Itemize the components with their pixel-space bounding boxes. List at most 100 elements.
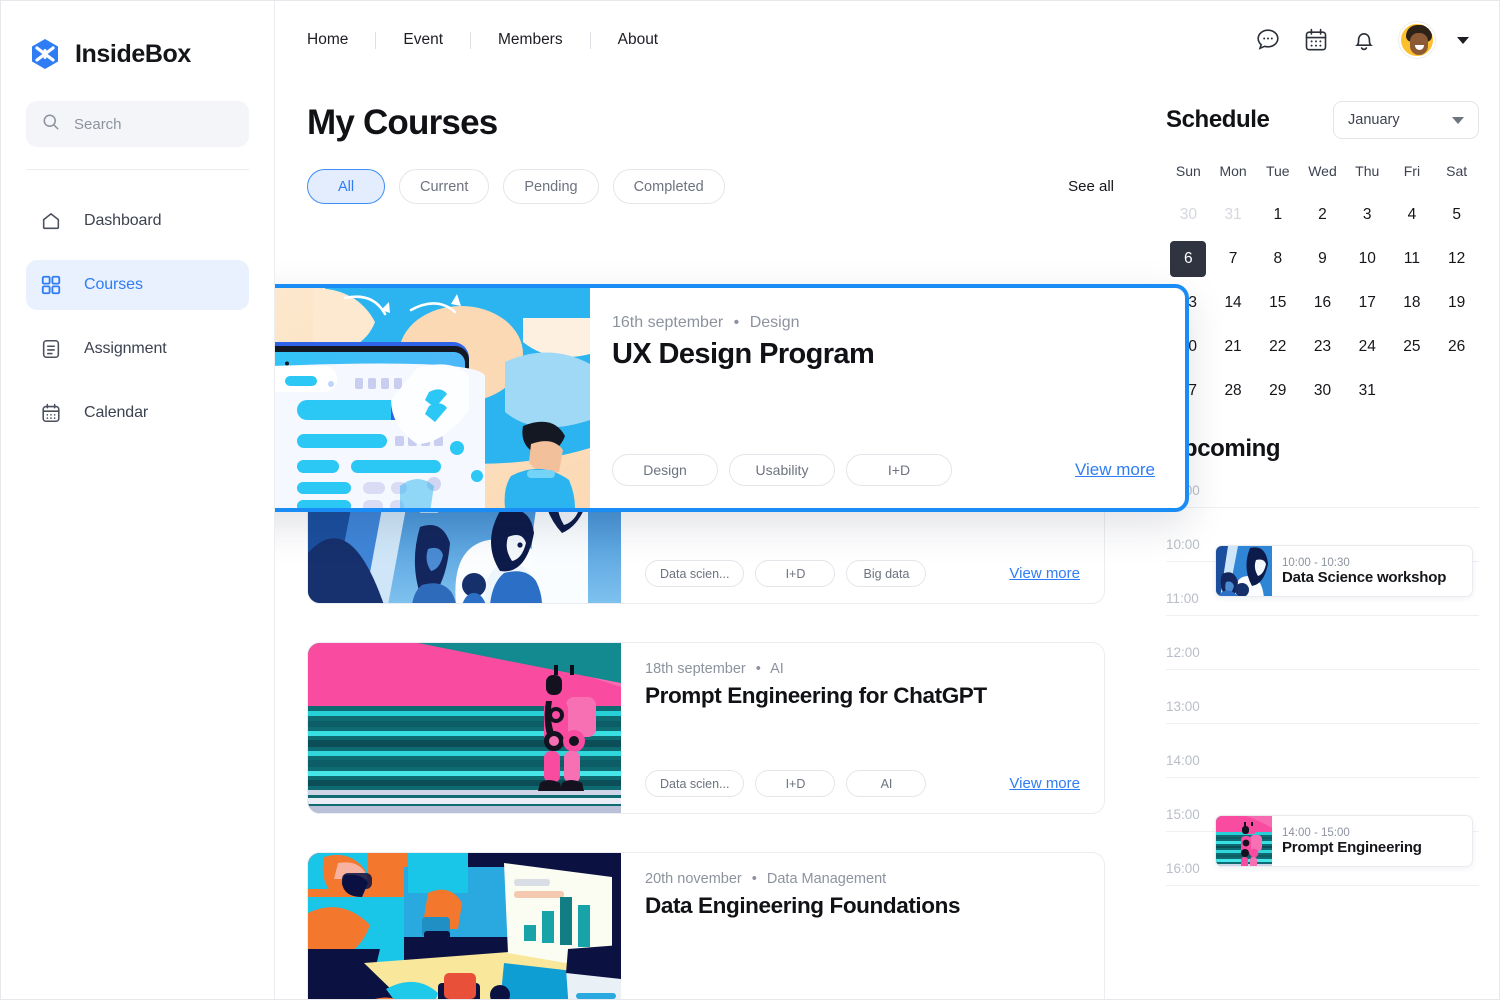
calendar-day[interactable]: 2: [1300, 193, 1345, 237]
course-card[interactable]: 20th november • Data Management Data Eng…: [307, 852, 1105, 999]
course-meta: 18th september • AI: [645, 661, 1080, 677]
calendar-dow-row: Sun Mon Tue Wed Thu Fri Sat: [1166, 157, 1479, 193]
calendar-day[interactable]: 7: [1211, 237, 1256, 281]
featured-tag[interactable]: I+D: [846, 454, 952, 486]
hexagon-logo-icon: [28, 37, 62, 71]
calendar-day[interactable]: 23: [1300, 325, 1345, 369]
calendar-day[interactable]: 15: [1255, 281, 1300, 325]
calendar-day[interactable]: 30: [1300, 369, 1345, 413]
event-text: 10:00 - 10:30 Data Science workshop: [1272, 546, 1458, 596]
course-tag[interactable]: I+D: [755, 770, 836, 797]
calendar-day[interactable]: 22: [1255, 325, 1300, 369]
calendar-day[interactable]: 14: [1211, 281, 1256, 325]
sidebar-item-dashboard[interactable]: Dashboard: [26, 196, 249, 246]
calendar-day: [1390, 369, 1435, 413]
event-name: Prompt Engineering: [1282, 838, 1422, 856]
calendar-day[interactable]: 24: [1345, 325, 1390, 369]
calendar-day[interactable]: 12: [1434, 237, 1479, 281]
filter-all[interactable]: All: [307, 169, 385, 204]
calendar-icon[interactable]: [1303, 27, 1329, 53]
calendar-dow: Thu: [1355, 163, 1380, 179]
calendar-day[interactable]: 1: [1255, 193, 1300, 237]
course-card[interactable]: 18th september • AI Prompt Engineering f…: [307, 642, 1105, 814]
calendar-day[interactable]: 16: [1300, 281, 1345, 325]
course-title: Prompt Engineering for ChatGPT: [645, 683, 987, 708]
calendar-day: [1434, 369, 1479, 413]
meta-dot: •: [755, 661, 761, 677]
calendar-day[interactable]: 8: [1255, 237, 1300, 281]
course-thumbnail-ux-design: [275, 288, 590, 508]
month-value: January: [1348, 112, 1400, 128]
chat-bubble-icon[interactable]: [1255, 27, 1281, 53]
timeline-rule: [1166, 723, 1479, 724]
course-tag[interactable]: AI: [846, 770, 927, 797]
calendar-day[interactable]: 4: [1390, 193, 1435, 237]
brand-name: InsideBox: [75, 39, 191, 68]
featured-course-card[interactable]: 16th september • Design UX Design Progra…: [275, 284, 1189, 512]
course-tag[interactable]: Data scien...: [645, 560, 745, 587]
filter-completed[interactable]: Completed: [612, 169, 725, 204]
upcoming-event[interactable]: 14:00 - 15:00 Prompt Engineering: [1215, 815, 1473, 867]
calendar-day[interactable]: 10: [1345, 237, 1390, 281]
sidebar: InsideBox Search Dashboard Courses Assig…: [1, 1, 275, 999]
calendar-day[interactable]: 31: [1211, 193, 1256, 237]
brand[interactable]: InsideBox: [26, 37, 249, 71]
calendar-day[interactable]: 9: [1300, 237, 1345, 281]
sidebar-item-courses[interactable]: Courses: [26, 260, 249, 310]
search-input[interactable]: Search: [26, 101, 249, 147]
view-more-link[interactable]: View more: [1009, 565, 1080, 582]
nav-link-event[interactable]: Event: [376, 31, 470, 49]
nav-link-members[interactable]: Members: [471, 31, 590, 49]
bell-icon[interactable]: [1351, 27, 1377, 53]
calendar-dow: Wed: [1308, 163, 1337, 179]
page-title: My Courses: [307, 103, 498, 142]
upcoming-event[interactable]: 10:00 - 10:30 Data Science workshop: [1215, 545, 1473, 597]
course-tag[interactable]: Data scien...: [645, 770, 745, 797]
top-nav: Home Event Members About: [307, 31, 685, 49]
calendar-day[interactable]: 31: [1345, 369, 1390, 413]
avatar[interactable]: [1399, 22, 1435, 58]
calendar-day[interactable]: 26: [1434, 325, 1479, 369]
calendar-day[interactable]: 19: [1434, 281, 1479, 325]
calendar-day[interactable]: 21: [1211, 325, 1256, 369]
document-icon: [40, 338, 62, 360]
timeline-hour: 15:00: [1166, 807, 1200, 822]
calendar-day[interactable]: 3: [1345, 193, 1390, 237]
filter-current[interactable]: Current: [399, 169, 490, 204]
calendar-day[interactable]: 5: [1434, 193, 1479, 237]
calendar-day[interactable]: 25: [1390, 325, 1435, 369]
sidebar-item-calendar[interactable]: Calendar: [26, 388, 249, 438]
filter-pending[interactable]: Pending: [503, 169, 599, 204]
calendar-icon: [40, 402, 62, 424]
calendar-day[interactable]: 11: [1390, 237, 1435, 281]
calendar-day[interactable]: 18: [1390, 281, 1435, 325]
calendar-day[interactable]: 30: [1166, 193, 1211, 237]
featured-tag[interactable]: Usability: [729, 454, 835, 486]
course-thumbnail-prompt-engineering: [308, 643, 621, 813]
calendar-day[interactable]: 29: [1255, 369, 1300, 413]
month-select[interactable]: January: [1333, 101, 1479, 139]
calendar-day[interactable]: 17: [1345, 281, 1390, 325]
timeline-rule: [1166, 777, 1479, 778]
top-bar: Home Event Members About: [275, 1, 1499, 79]
featured-view-more-link[interactable]: View more: [1075, 460, 1155, 480]
course-tag[interactable]: I+D: [755, 560, 836, 587]
calendar-day[interactable]: 28: [1211, 369, 1256, 413]
nav-link-home[interactable]: Home: [307, 31, 375, 49]
course-tag[interactable]: Big data: [846, 560, 927, 587]
schedule-title: Schedule: [1166, 106, 1270, 133]
event-time: 10:00 - 10:30: [1282, 556, 1350, 569]
chevron-down-icon[interactable]: [1457, 36, 1469, 44]
sidebar-item-assignment[interactable]: Assignment: [26, 324, 249, 374]
timeline-slot: 14:00: [1166, 753, 1479, 807]
course-date: 20th november: [645, 871, 742, 887]
featured-tag[interactable]: Design: [612, 454, 718, 486]
featured-category: Design: [749, 314, 800, 331]
chevron-down-icon: [1452, 116, 1464, 124]
see-all-link[interactable]: See all: [1068, 178, 1114, 195]
calendar-day-selected[interactable]: 6: [1166, 237, 1211, 281]
featured-footer: Design Usability I+D View more: [612, 454, 1155, 486]
timeline-slot: 09:00: [1166, 483, 1479, 537]
nav-link-about[interactable]: About: [591, 31, 686, 49]
view-more-link[interactable]: View more: [1009, 775, 1080, 792]
